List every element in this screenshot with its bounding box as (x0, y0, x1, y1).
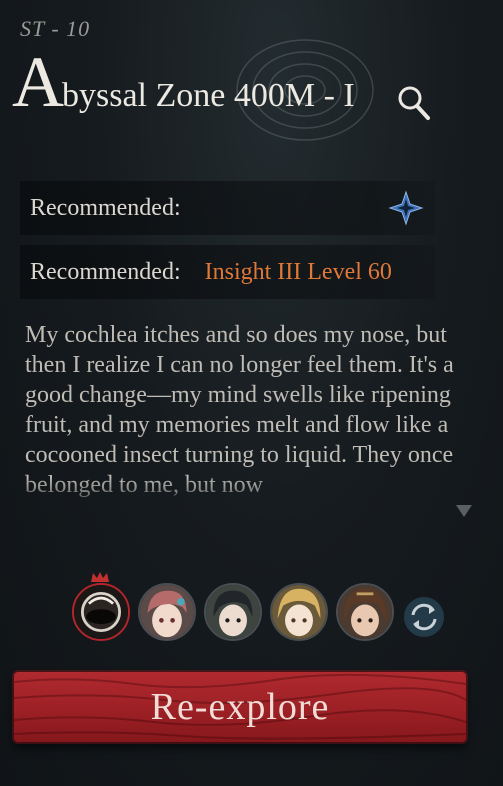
avatar-blonde (272, 585, 326, 639)
leader-crown-icon (91, 572, 109, 582)
magnifier-icon[interactable] (396, 84, 432, 122)
avatar-pink-hair (140, 585, 194, 639)
team-slot-5[interactable] (336, 583, 394, 641)
stage-description[interactable]: My cochlea itches and so does my nose, b… (25, 320, 465, 516)
team-lineup (70, 572, 460, 650)
team-slot-2[interactable] (138, 583, 196, 641)
scroll-down-icon[interactable] (455, 503, 473, 519)
stage-title-initial: A (12, 42, 64, 122)
reexplore-label: Re-explore (150, 686, 330, 728)
reexplore-button[interactable]: Re-explore (14, 672, 466, 742)
element-star-icon (388, 190, 424, 226)
stage-title-rest: byssal Zone 400M - I (62, 77, 355, 114)
stage-title: A byssal Zone 400M - I (12, 42, 355, 122)
recommended-element-label: Recommended: (30, 194, 181, 221)
recommended-level-label: Recommended: (30, 258, 181, 285)
team-slot-4[interactable] (270, 583, 328, 641)
stage-code: ST - 10 (20, 16, 91, 41)
swap-team-icon[interactable] (402, 595, 446, 639)
recommended-level-value: Insight III Level 60 (204, 258, 392, 285)
avatar-dark-hair (206, 585, 260, 639)
avatar-leader (74, 585, 128, 639)
team-slot-1[interactable] (72, 583, 130, 641)
team-slot-3[interactable] (204, 583, 262, 641)
avatar-brown-hair (338, 585, 392, 639)
recommended-level-row: Recommended: Insight III Level 60 (20, 245, 435, 299)
recommended-element-row: Recommended: (20, 181, 435, 235)
